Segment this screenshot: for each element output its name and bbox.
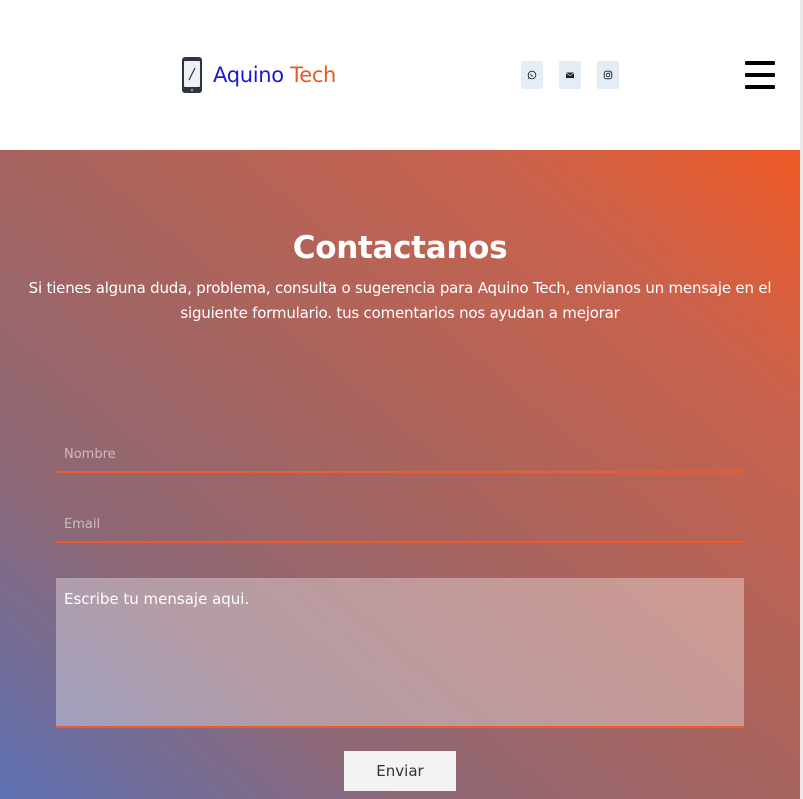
site-header: Aquino Tech (0, 0, 803, 150)
whatsapp-link[interactable] (521, 61, 543, 89)
envelope-icon (565, 72, 575, 78)
email-link[interactable] (559, 61, 581, 89)
contact-title: Contactanos (292, 230, 508, 266)
hamburger-line (745, 73, 775, 77)
contact-section: Contactanos Si tienes alguna duda, probl… (0, 150, 800, 799)
hamburger-menu-icon[interactable] (745, 61, 775, 89)
site-logo[interactable]: Aquino Tech (181, 55, 336, 95)
smartphone-icon (182, 57, 202, 93)
send-button[interactable]: Enviar (344, 751, 456, 791)
hamburger-line (745, 85, 775, 89)
hamburger-line (745, 61, 775, 65)
logo-text: Aquino Tech (213, 62, 337, 87)
contact-description: Si tienes alguna duda, problema, consult… (28, 279, 772, 322)
instagram-link[interactable] (597, 61, 619, 89)
name-field[interactable] (56, 437, 744, 473)
email-field[interactable] (56, 507, 744, 543)
instagram-icon (603, 70, 613, 80)
whatsapp-icon (527, 70, 537, 80)
message-field[interactable] (56, 578, 744, 728)
